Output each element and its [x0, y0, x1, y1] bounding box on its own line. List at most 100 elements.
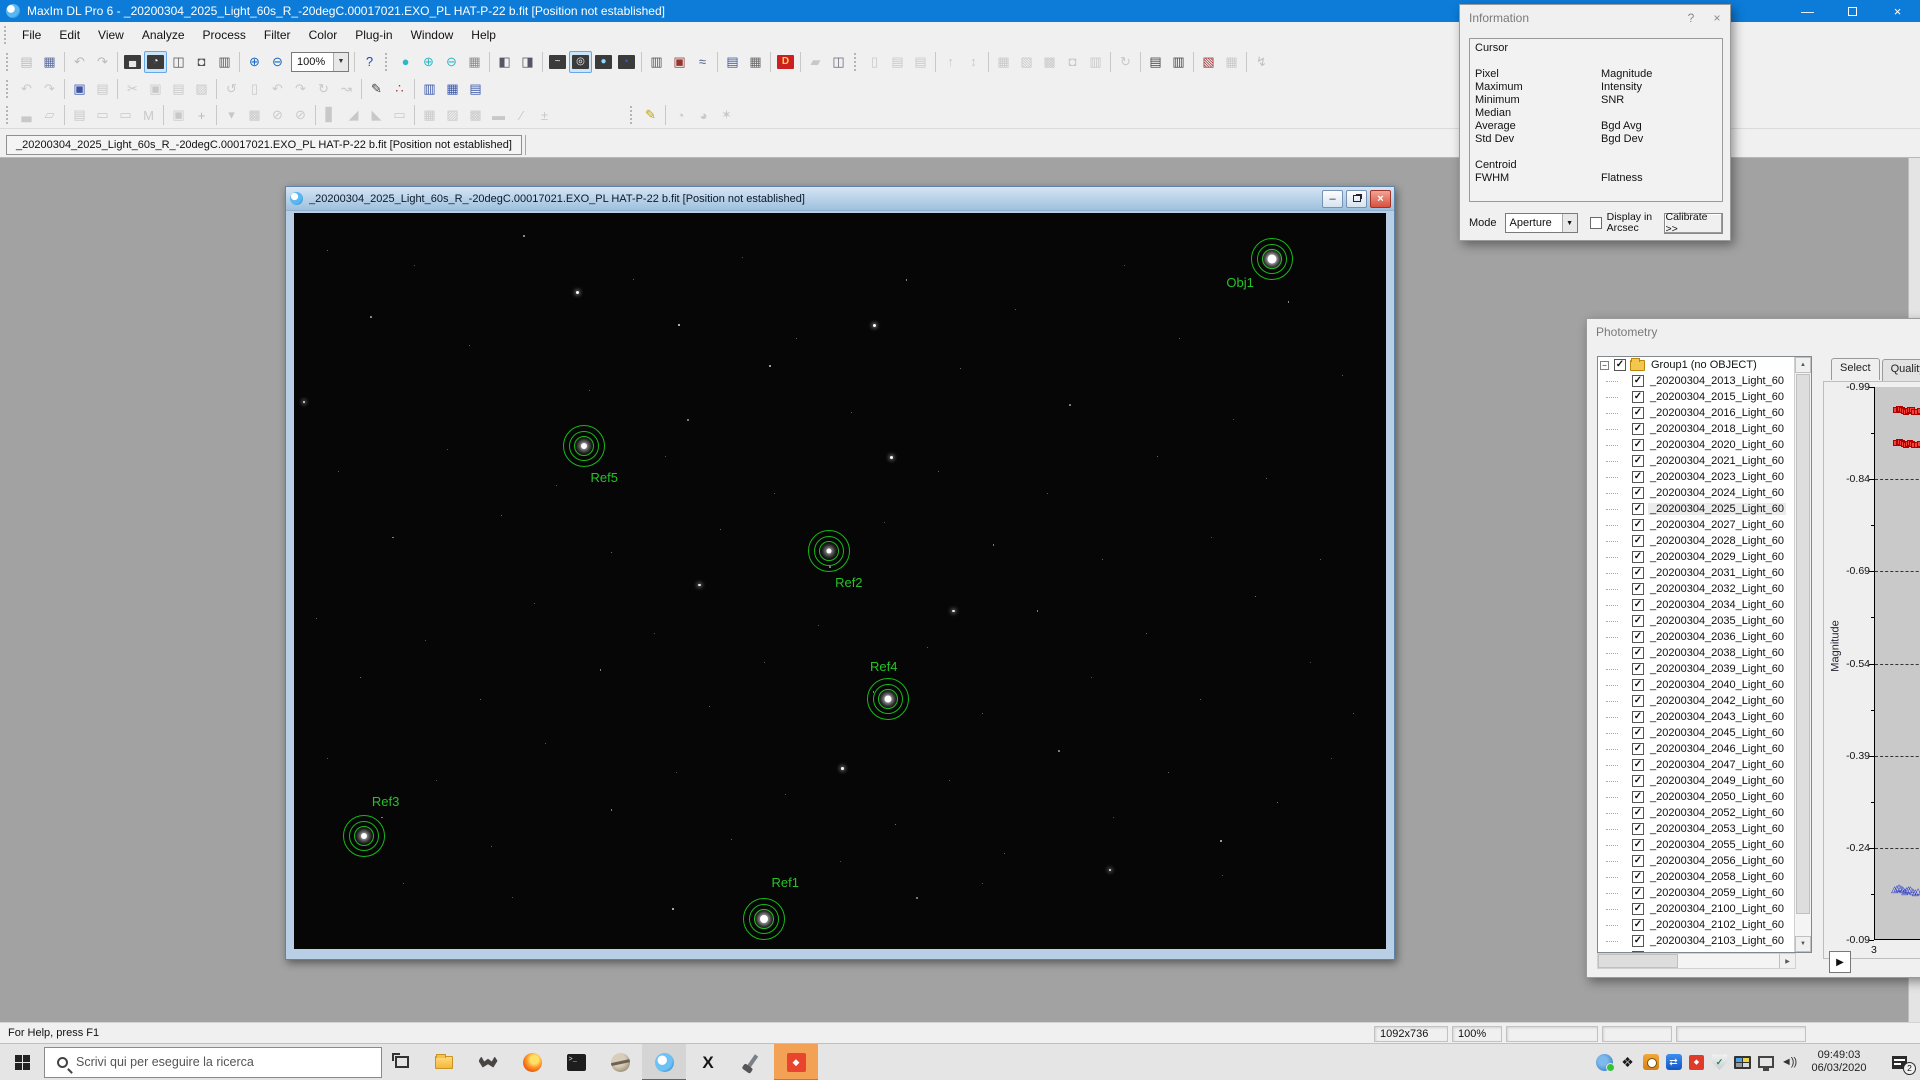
document-tab[interactable]: _20200304_2025_Light_60s_R_-20degC.00017… — [6, 135, 522, 155]
menu-edit[interactable]: Edit — [50, 24, 89, 46]
rotate-180-button[interactable]: ↻ — [312, 78, 335, 100]
volume-tray-icon[interactable]: ◄)) — [1777, 1044, 1800, 1080]
file-row[interactable]: ✓_20200304_2040_Light_60 — [1598, 677, 1811, 693]
flip-document-button[interactable]: ▯ — [243, 78, 266, 100]
capture-tray-icon[interactable]: ◆ — [1685, 1044, 1708, 1080]
x-app[interactable]: X — [686, 1044, 730, 1080]
taskbar-search-input[interactable]: Scrivi qui per eseguire la ricerca — [44, 1047, 382, 1078]
file-label[interactable]: _20200304_2023_Light_60 — [1648, 471, 1786, 483]
video-button[interactable]: ◘ — [1061, 51, 1084, 73]
menu-file[interactable]: File — [13, 24, 50, 46]
batch-save-button[interactable]: ↑ — [939, 51, 962, 73]
menu-color[interactable]: Color — [300, 24, 347, 46]
tab-select[interactable]: Select — [1831, 358, 1880, 380]
combine-button[interactable]: ▩ — [1038, 51, 1061, 73]
night-vision-button[interactable]: ▪ — [615, 51, 638, 73]
zoom-level-combo[interactable]: 100%▼ — [291, 52, 349, 72]
pin-view-button[interactable]: ◘ — [190, 51, 213, 73]
crosshair-button[interactable]: + — [190, 104, 213, 126]
pixel-grid-button[interactable]: ▦ — [463, 51, 486, 73]
information-window[interactable]: Information ? × CursorPixelMagnitudeMaxi… — [1459, 4, 1731, 241]
print-preview-button[interactable]: ▥ — [1167, 51, 1190, 73]
file-label[interactable]: _20200304_2029_Light_60 — [1648, 551, 1786, 563]
rotate-left-button[interactable]: ↺ — [220, 78, 243, 100]
file-checkbox[interactable]: ✓ — [1632, 503, 1644, 515]
menu-filter[interactable]: Filter — [255, 24, 300, 46]
save-as-button[interactable]: ▧ — [1015, 51, 1038, 73]
gauge-alt-button[interactable]: ◕ — [692, 104, 715, 126]
page-setup-button[interactable]: ▧ — [1197, 51, 1220, 73]
aqua-pan-button[interactable]: ● — [394, 51, 417, 73]
file-checkbox[interactable]: ✓ — [1632, 391, 1644, 403]
menu-plugin[interactable]: Plug-in — [346, 24, 401, 46]
save-all-button[interactable]: ▦ — [1220, 51, 1243, 73]
curve-tool-button[interactable]: ≈ — [691, 51, 714, 73]
file-checkbox[interactable]: ✓ — [1632, 663, 1644, 675]
edge-left-button[interactable]: ◢ — [342, 104, 365, 126]
menu-process[interactable]: Process — [194, 24, 255, 46]
file-label[interactable]: _20200304_2103_Light_60 — [1648, 935, 1786, 947]
file-row[interactable]: ✓_20200304_2027_Light_60 — [1598, 517, 1811, 533]
undo-edit-button[interactable]: ↶ — [15, 78, 38, 100]
file-label[interactable]: _20200304_2015_Light_60 — [1648, 391, 1786, 403]
file-checkbox[interactable]: ✓ — [1632, 759, 1644, 771]
file-row[interactable]: ✓ _20200304_2025_Light_60 — [1598, 501, 1811, 517]
file-checkbox[interactable]: ✓ — [1632, 535, 1644, 547]
file-checkbox[interactable]: ✓ — [1632, 855, 1644, 867]
print-button[interactable]: ▤ — [1144, 51, 1167, 73]
open-image-button[interactable]: ▤ — [15, 51, 38, 73]
photometry-titlebar[interactable]: Photometry — [1587, 319, 1920, 345]
edge-right-button[interactable]: ◣ — [365, 104, 388, 126]
file-checkbox[interactable]: ✓ — [1632, 471, 1644, 483]
planetarium-app[interactable] — [598, 1044, 642, 1080]
start-button[interactable] — [0, 1044, 44, 1080]
file-row[interactable]: ✓_20200304_2045_Light_60 — [1598, 725, 1811, 741]
paste-into-button[interactable]: ▤ — [167, 78, 190, 100]
measure-angle-button[interactable]: ▭ — [114, 104, 137, 126]
file-checkbox[interactable]: ✓ — [1632, 887, 1644, 899]
file-label[interactable]: _20200304_2052_Light_60 — [1648, 807, 1786, 819]
fits-header-button[interactable]: ▤ — [721, 51, 744, 73]
annotate-button[interactable]: ▨ — [190, 78, 213, 100]
maxim-dl-app[interactable] — [642, 1044, 686, 1080]
table-export-button[interactable]: ▤ — [464, 78, 487, 100]
menu-window[interactable]: Window — [402, 24, 463, 46]
taskbar-clock[interactable]: 09:49:03 06/03/2020 — [1804, 1049, 1874, 1075]
file-row[interactable]: ✓_20200304_2020_Light_60 — [1598, 437, 1811, 453]
halftone-mid-button[interactable]: ▨ — [441, 104, 464, 126]
open-file-button[interactable]: ▤ — [886, 51, 909, 73]
maxpoint-button[interactable]: D — [774, 51, 797, 73]
terminal-app[interactable]: >_ — [554, 1044, 598, 1080]
file-label[interactable]: _20200304_2032_Light_60 — [1648, 583, 1786, 595]
file-label[interactable]: _20200304_2034_Light_60 — [1648, 599, 1786, 611]
hscroll-thumb[interactable] — [1598, 954, 1678, 968]
file-row[interactable]: ✓_20200304_2021_Light_60 — [1598, 453, 1811, 469]
toolbar-grip[interactable] — [630, 106, 635, 124]
run-script-button[interactable]: ↯ — [1250, 51, 1273, 73]
file-label[interactable]: _20200304_2042_Light_60 — [1648, 695, 1786, 707]
graph-window-button[interactable]: ~ — [546, 51, 569, 73]
file-explorer-app[interactable] — [422, 1044, 466, 1080]
file-label[interactable]: _20200304_2020_Light_60 — [1648, 439, 1786, 451]
file-label[interactable]: _20200304_2059_Light_60 — [1648, 887, 1786, 899]
menu-analyze[interactable]: Analyze — [133, 24, 194, 46]
redo-button[interactable]: ↷ — [91, 51, 114, 73]
file-label[interactable]: _20200304_2016_Light_60 — [1648, 407, 1786, 419]
file-label[interactable]: _20200304_2035_Light_60 — [1648, 615, 1786, 627]
batch-convert-button[interactable]: ↕ — [962, 51, 985, 73]
table-import-button[interactable]: ▥ — [418, 78, 441, 100]
file-checkbox[interactable]: ✓ — [1632, 583, 1644, 595]
table-grid-button[interactable]: ▦ — [441, 78, 464, 100]
aperture-window-button[interactable]: ◎ — [569, 51, 592, 73]
file-row[interactable]: ✓_20200304_2043_Light_60 — [1598, 709, 1811, 725]
file-label[interactable]: _20200304_2025_Light_60 — [1648, 503, 1786, 515]
file-label[interactable]: _20200304_2100_Light_60 — [1648, 903, 1786, 915]
paste-button[interactable]: ▤ — [91, 78, 114, 100]
remove-noise-button[interactable]: ⊘ — [289, 104, 312, 126]
copy-button[interactable]: ▣ — [68, 78, 91, 100]
gauge-button[interactable]: ◔ — [669, 104, 692, 126]
calibrate-button[interactable]: Calibrate >> — [1664, 213, 1723, 234]
file-label[interactable]: _20200304_2028_Light_60 — [1648, 535, 1786, 547]
bat-app[interactable] — [466, 1044, 510, 1080]
aqua-zoom-in-button[interactable]: ⊕ — [417, 51, 440, 73]
